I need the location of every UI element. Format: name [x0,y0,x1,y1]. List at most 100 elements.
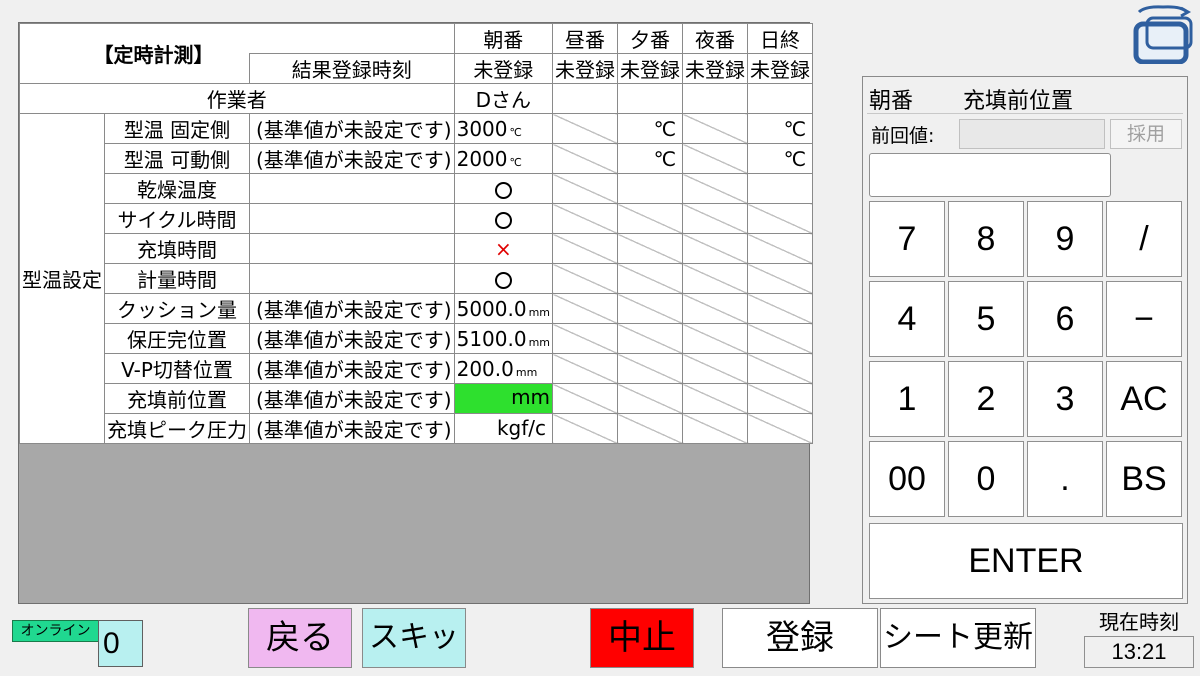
disabled-cell [617,293,684,324]
value-text: 3000 [456,116,508,141]
key-slash[interactable]: / [1106,201,1182,277]
cell-mold-fixed-dayend[interactable]: ℃ [747,113,814,144]
cell-hold-pos-morning[interactable]: 5100.0 mm [453,323,554,354]
disabled-cell [617,353,684,384]
cell-dry-temp-morning[interactable] [453,173,554,204]
stop-button[interactable]: 中止 [590,608,694,668]
unset-note: (基準値が未設定です) [249,293,455,324]
worker-value-morning[interactable]: Dさん [453,83,554,114]
key-8[interactable]: 8 [948,201,1024,277]
disabled-cell [552,113,619,144]
window-switch-icon[interactable] [1133,4,1193,64]
disabled-cell [617,323,684,354]
disabled-cell [617,383,684,414]
disabled-cell [552,323,619,354]
previous-value-field [959,119,1105,149]
status-morning[interactable]: 未登録 [453,53,554,84]
adopt-button[interactable]: 採用 [1110,119,1182,149]
disabled-cell [552,203,619,234]
unit-label: mm [515,365,538,379]
key-6[interactable]: 6 [1027,281,1103,357]
back-button[interactable]: 戻る [248,608,352,668]
disabled-cell [682,323,749,354]
cell-dry-temp-dayend[interactable] [747,173,814,204]
unit-label: ℃ [509,125,522,139]
row-label-cycle-time: サイクル時間 [104,203,250,234]
numeric-keypad-panel: 朝番 充填前位置 前回値: 採用 7 8 9 / 4 5 6 − 1 2 3 A… [862,76,1188,604]
ok-circle-icon [494,181,512,199]
cell-cushion-morning[interactable]: 5000.0 mm [453,293,554,324]
register-button[interactable]: 登録 [722,608,878,668]
value-text: 200.0 [456,356,514,381]
unset-note: (基準値が未設定です) [249,113,455,144]
cell-dry-temp-evening[interactable] [617,173,684,204]
key-0[interactable]: 0 [948,441,1024,517]
enter-button[interactable]: ENTER [869,523,1183,599]
disabled-cell [617,263,684,294]
cell-meter-time-morning[interactable] [453,263,554,294]
disabled-cell [682,413,749,444]
unset-note: (基準値が未設定です) [249,323,455,354]
cell-fill-peak-morning[interactable]: kgf/c [453,413,554,444]
cell-mold-fixed-evening[interactable]: ℃ [617,113,684,144]
value-input[interactable] [869,153,1111,197]
disabled-cell [682,293,749,324]
unit-label: mm [528,335,551,349]
status-night[interactable]: 未登録 [682,53,749,84]
key-9[interactable]: 9 [1027,201,1103,277]
cell-fill-time-morning[interactable]: × [453,233,554,264]
value-text: 5100.0 [456,326,527,351]
cell-cycle-time-morning[interactable] [453,203,554,234]
shift-header-night: 夜番 [682,23,749,54]
sheet-update-button[interactable]: シート更新 [880,608,1036,668]
key-4[interactable]: 4 [869,281,945,357]
disabled-cell [552,293,619,324]
disabled-cell [552,143,619,174]
key-5[interactable]: 5 [948,281,1024,357]
disabled-cell [747,233,814,264]
disabled-cell [747,263,814,294]
worker-cell[interactable] [552,83,619,114]
disabled-cell [552,353,619,384]
status-day[interactable]: 未登録 [552,53,619,84]
worker-cell[interactable] [747,83,814,114]
key-minus[interactable]: − [1106,281,1182,357]
unset-note: (基準値が未設定です) [249,353,455,384]
row-label-hold-pos: 保圧完位置 [104,323,250,354]
key-all-clear[interactable]: AC [1106,361,1182,437]
skip-button[interactable]: スキップ [362,608,466,668]
row-label-vp-switch: V-P切替位置 [104,353,250,384]
disabled-cell [682,383,749,414]
cell-vp-switch-morning[interactable]: 200.0 mm [453,353,554,384]
key-backspace[interactable]: BS [1106,441,1182,517]
worker-cell[interactable] [682,83,749,114]
disabled-cell [552,413,619,444]
keypad-field-label: 充填前位置 [963,89,1074,114]
key-2[interactable]: 2 [948,361,1024,437]
ok-circle-icon [494,211,512,229]
key-1[interactable]: 1 [869,361,945,437]
disabled-cell [747,413,814,444]
disabled-cell [617,413,684,444]
keypad-shift-label: 朝番 [869,89,914,114]
status-dayend[interactable]: 未登録 [747,53,814,84]
cell-mold-moving-dayend[interactable]: ℃ [747,143,814,174]
cell-pre-fill-pos-morning-selected[interactable]: mm [453,383,554,414]
current-time-value: 13:21 [1084,636,1194,668]
disabled-cell [552,383,619,414]
row-label-mold-moving: 型温 可動側 [104,143,250,174]
key-decimal[interactable]: . [1027,441,1103,517]
disabled-cell [747,203,814,234]
key-3[interactable]: 3 [1027,361,1103,437]
cell-mold-moving-evening[interactable]: ℃ [617,143,684,174]
cell-mold-fixed-morning[interactable]: 3000 ℃ [453,113,554,144]
status-evening[interactable]: 未登録 [617,53,684,84]
disabled-cell [682,233,749,264]
ng-cross-icon: × [494,236,512,261]
key-7[interactable]: 7 [869,201,945,277]
key-double-zero[interactable]: 00 [869,441,945,517]
worker-cell[interactable] [617,83,684,114]
previous-value-label: 前回値: [871,125,935,147]
online-status-badge: オンライン [12,620,99,642]
cell-mold-moving-morning[interactable]: 2000 ℃ [453,143,554,174]
